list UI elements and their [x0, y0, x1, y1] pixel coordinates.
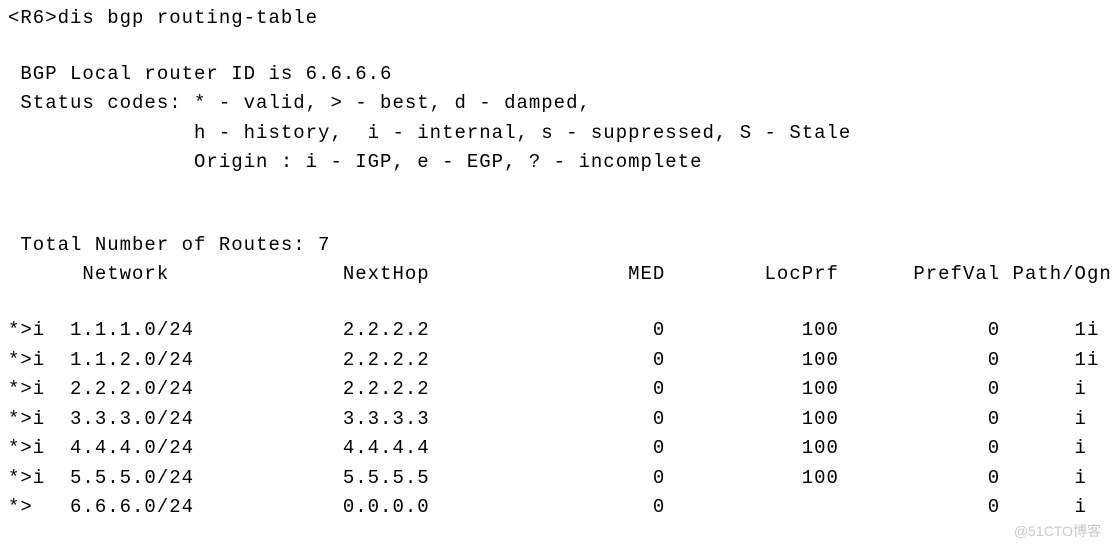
router-id-line: BGP Local router ID is 6.6.6.6 [8, 60, 1105, 89]
watermark-text: @51CTO博客 [1014, 521, 1101, 541]
blank-line [8, 290, 1105, 317]
blank-line [8, 204, 1105, 231]
table-row: *>i 5.5.5.0/24 5.5.5.5 0 100 0 i [8, 464, 1105, 493]
blank-line [8, 178, 1105, 205]
table-row: *>i 4.4.4.0/24 4.4.4.4 0 100 0 i [8, 434, 1105, 463]
table-row: *> 6.6.6.0/24 0.0.0.0 0 0 i [8, 493, 1105, 522]
table-row: *>i 1.1.1.0/24 2.2.2.2 0 100 0 1i [8, 316, 1105, 345]
status-codes-line1: Status codes: * - valid, > - best, d - d… [8, 89, 1105, 118]
status-codes-line3: Origin : i - IGP, e - EGP, ? - incomplet… [8, 148, 1105, 177]
total-routes-line: Total Number of Routes: 7 [8, 231, 1105, 260]
table-header-row: Network NextHop MED LocPrf PrefVal Path/… [8, 260, 1105, 289]
table-row: *>i 2.2.2.0/24 2.2.2.2 0 100 0 i [8, 375, 1105, 404]
prompt-line[interactable]: <R6>dis bgp routing-table [8, 4, 1105, 33]
status-codes-line2: h - history, i - internal, s - suppresse… [8, 119, 1105, 148]
routes-table: *>i 1.1.1.0/24 2.2.2.2 0 100 0 1i*>i 1.1… [8, 316, 1105, 522]
prompt: <R6> [8, 7, 58, 29]
blank-line [8, 33, 1105, 60]
command: dis bgp routing-table [58, 7, 318, 29]
table-row: *>i 3.3.3.0/24 3.3.3.3 0 100 0 i [8, 405, 1105, 434]
table-row: *>i 1.1.2.0/24 2.2.2.2 0 100 0 1i [8, 346, 1105, 375]
